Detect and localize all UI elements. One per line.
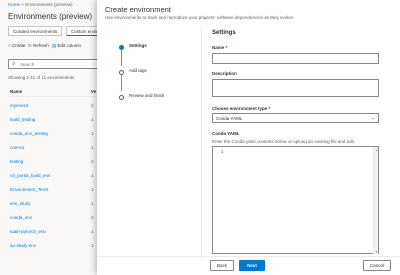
- description-label: Description: [212, 71, 237, 76]
- panel-footer: Back Next Cancel: [97, 256, 400, 275]
- environment-name-link[interactable]: build_testing: [10, 117, 35, 122]
- environment-name-link[interactable]: myenvsd: [10, 103, 28, 108]
- edit-columns-button[interactable]: ▤ Edit column: [52, 43, 81, 49]
- column-header-name[interactable]: Name: [10, 89, 22, 94]
- table-row[interactable]: v3_portal_build_env 1: [10, 173, 100, 187]
- name-field[interactable]: [212, 53, 379, 64]
- chevron-down-icon: ⌄: [370, 115, 375, 121]
- environment-name-link[interactable]: env_study: [10, 201, 31, 206]
- search-box[interactable]: ⌕: [8, 59, 100, 69]
- table-row[interactable]: ao-study-env 1: [10, 243, 100, 257]
- search-icon: ⌕: [12, 61, 16, 67]
- environment-version: 2: [91, 215, 94, 220]
- environment-version: 1: [91, 243, 94, 248]
- search-input[interactable]: [20, 61, 98, 68]
- table-row[interactable]: testing 2: [10, 159, 100, 173]
- environment-version: 1: [91, 187, 94, 192]
- environment-name-link[interactable]: testing: [10, 159, 23, 164]
- refresh-button[interactable]: ↻ Refresh: [28, 43, 49, 49]
- editor-scrollbar[interactable]: ▲ ▼: [373, 147, 378, 255]
- conda-yaml-description: Enter the Conda yaml contents below or u…: [212, 139, 354, 144]
- columns-icon: ▤: [52, 43, 57, 48]
- panel-subtitle: Use environments to track and reproduce …: [105, 15, 295, 20]
- table-row[interactable]: tuain-pytorch_env 1: [10, 229, 100, 243]
- breadcrumb-current: Environments (preview): [25, 2, 73, 7]
- step-indicator: [119, 94, 124, 100]
- environment-type-label: Choose environment type *: [212, 106, 271, 111]
- create-button[interactable]: + Create: [8, 43, 25, 48]
- name-label: Name *: [212, 45, 228, 50]
- table-row[interactable]: myenvsd 1: [10, 103, 100, 117]
- panel-title: Create environment: [105, 5, 171, 14]
- results-count: Showing 1-11 of 11 environments: [8, 75, 75, 80]
- table-row[interactable]: env_study 1: [10, 201, 100, 215]
- scroll-down-icon[interactable]: ▼: [375, 250, 378, 254]
- table-row[interactable]: conda_env_testing 1: [10, 131, 100, 145]
- next-button[interactable]: Next: [239, 260, 265, 271]
- environment-version: 1: [91, 103, 94, 108]
- environment-name-link[interactable]: ao-study-env: [10, 243, 36, 248]
- scroll-up-icon[interactable]: ▲: [375, 148, 378, 152]
- line-number: 1: [221, 150, 224, 155]
- step-connector: [121, 50, 122, 66]
- table-row[interactable]: conda_env 2: [10, 215, 100, 229]
- required-marker: *: [268, 106, 271, 111]
- environment-name-link[interactable]: conda_env: [10, 215, 32, 220]
- required-marker: *: [225, 45, 228, 50]
- conda-yaml-editor[interactable]: 1 ▲ ▼: [212, 146, 379, 255]
- dropdown-value: Conda YAML: [216, 115, 243, 121]
- environment-name-link[interactable]: conda_env_testing: [10, 131, 48, 136]
- step-label: Add tags: [129, 68, 147, 73]
- step-indicator: [119, 69, 124, 75]
- column-header-version[interactable]: Ve: [91, 89, 96, 94]
- environment-name-link[interactable]: v3_portal_build_env: [10, 173, 50, 178]
- description-field[interactable]: [212, 79, 379, 97]
- tab-curated[interactable]: Curated environments: [8, 26, 63, 36]
- panel-divider: [201, 27, 202, 260]
- environment-version: 1: [91, 131, 94, 136]
- table-row[interactable]: coenv1 1: [10, 145, 100, 159]
- environment-name-link[interactable]: Environment_Test1: [10, 187, 49, 192]
- environment-name-link[interactable]: coenv1: [10, 145, 25, 150]
- step-label: Settings: [129, 43, 147, 48]
- environment-version: 1: [91, 201, 94, 206]
- environment-version: 1: [91, 229, 94, 234]
- environment-version: 1: [91, 117, 94, 122]
- refresh-icon: ↻: [28, 43, 32, 48]
- environment-version: 1: [91, 145, 94, 150]
- environment-type-dropdown[interactable]: Conda YAML ⌄: [212, 113, 379, 123]
- section-heading: Settings: [212, 30, 236, 36]
- breadcrumb-home[interactable]: Home: [8, 2, 20, 7]
- table-row[interactable]: Environment_Test1 1: [10, 187, 100, 201]
- plus-icon: +: [8, 43, 11, 48]
- breadcrumb: Home > Environments (preview): [8, 2, 72, 7]
- header-divider: [8, 96, 101, 97]
- environment-version: 1: [91, 173, 94, 178]
- cancel-button[interactable]: Cancel: [363, 260, 391, 271]
- create-environment-panel: Create environment Use environments to t…: [97, 0, 400, 275]
- breadcrumb-separator: >: [21, 2, 24, 7]
- environment-name-link[interactable]: tuain-pytorch_env: [10, 229, 46, 234]
- table-row[interactable]: build_testing 1: [10, 117, 100, 131]
- step-connector: [121, 75, 122, 91]
- conda-yaml-label: Conda YAML: [212, 131, 240, 136]
- page-title: Environments (preview): [8, 12, 93, 21]
- step-label: Review and finish: [129, 93, 165, 98]
- environment-version: 2: [91, 159, 94, 164]
- step-indicator-active: [119, 44, 124, 50]
- back-button[interactable]: Back: [210, 260, 234, 271]
